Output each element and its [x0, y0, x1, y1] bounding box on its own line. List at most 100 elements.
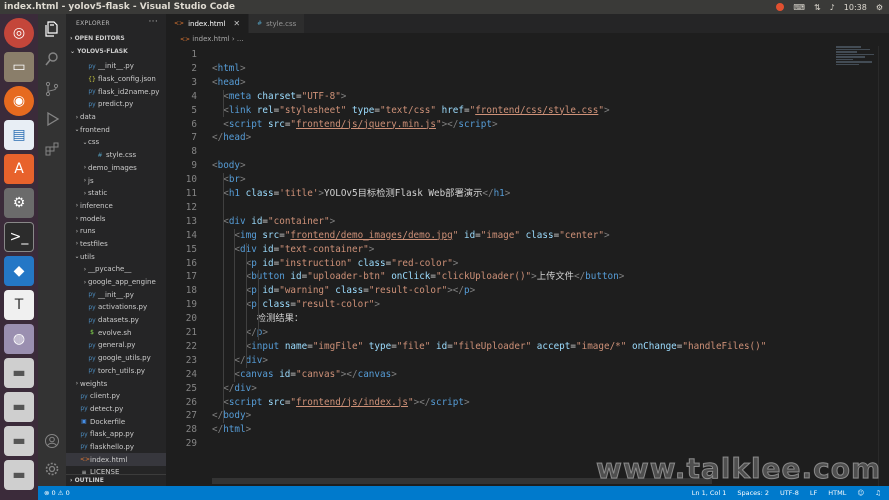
folder-item[interactable]: › js	[66, 174, 166, 187]
code-line[interactable]: 8	[166, 145, 846, 159]
feedback-icon[interactable]: ☺	[857, 489, 864, 497]
settings-icon[interactable]: ⚙	[4, 188, 34, 218]
code-line[interactable]: 10 <br>	[166, 173, 846, 187]
indentation[interactable]: Spaces: 2	[737, 489, 769, 497]
folder-item[interactable]: ⌄ frontend	[66, 123, 166, 136]
file-item[interactable]: py general.py	[66, 339, 166, 352]
code-line[interactable]: 20 检测结果：	[166, 312, 846, 326]
network-icon[interactable]: ⇅	[814, 3, 821, 12]
account-icon[interactable]	[43, 432, 61, 450]
file-item[interactable]: py datasets.py	[66, 314, 166, 327]
encoding[interactable]: UTF-8	[780, 489, 799, 497]
minimap[interactable]	[836, 46, 878, 76]
folder-item[interactable]: › google_app_engine	[66, 276, 166, 289]
code-line[interactable]: 13 <div id="container">	[166, 215, 846, 229]
line-ending[interactable]: LF	[810, 489, 817, 497]
code-line[interactable]: 29	[166, 437, 846, 451]
code-line[interactable]: 3 <head>	[166, 76, 846, 90]
code-line[interactable]: 9 <body>	[166, 159, 846, 173]
code-line[interactable]: 27 </body>	[166, 409, 846, 423]
outline-section[interactable]: › OUTLINE	[66, 474, 166, 486]
file-item[interactable]: {} flask_config.json	[66, 73, 166, 86]
code-line[interactable]: 23 </div>	[166, 354, 846, 368]
open-editors-section[interactable]: › OPEN EDITORS	[66, 32, 166, 45]
folder-item[interactable]: › runs	[66, 225, 166, 238]
folder-item[interactable]: › inference	[66, 200, 166, 213]
code-line[interactable]: 6 <script src="frontend/js/jquery.min.js…	[166, 118, 846, 132]
folder-item[interactable]: › models	[66, 212, 166, 225]
file-item[interactable]: <> index.html	[66, 453, 166, 466]
project-section[interactable]: ⌄ YOLOV5-FLASK	[66, 45, 166, 58]
folder-item[interactable]: › __pycache__	[66, 263, 166, 276]
folder-item[interactable]: › weights	[66, 377, 166, 390]
code-line[interactable]: 4 <meta charset="UTF-8">	[166, 90, 846, 104]
firefox-icon[interactable]: ◉	[4, 86, 34, 116]
code-line[interactable]: 16 <p id="instruction" class="red-color"…	[166, 257, 846, 271]
file-item[interactable]: ▣ Dockerfile	[66, 415, 166, 428]
file-item[interactable]: py detect.py	[66, 403, 166, 416]
folder-item[interactable]: ⌄ utils	[66, 250, 166, 263]
file-item[interactable]: py google_utils.py	[66, 352, 166, 365]
vscode-icon[interactable]: ◆	[4, 256, 34, 286]
folder-item[interactable]: › data	[66, 111, 166, 124]
extensions-icon[interactable]	[43, 140, 61, 158]
code-line[interactable]: 22 <input name="imgFile" type="file" id=…	[166, 340, 846, 354]
file-item[interactable]: py flask_app.py	[66, 428, 166, 441]
file-item[interactable]: # style.css	[66, 149, 166, 162]
code-line[interactable]: 14 <img src="frontend/demo_images/demo.j…	[166, 229, 846, 243]
folder-item[interactable]: › demo_images	[66, 162, 166, 175]
file-item[interactable]: py __init__.py	[66, 60, 166, 73]
code-editor[interactable]: 1 2 <html> 3 <head> 4 <meta charset="UTF-8"> 5…	[166, 46, 889, 486]
file-item[interactable]: py __init__.py	[66, 288, 166, 301]
file-item[interactable]: $ evolve.sh	[66, 326, 166, 339]
power-icon[interactable]: ⚙	[876, 3, 883, 12]
file-item[interactable]: py activations.py	[66, 301, 166, 314]
code-line[interactable]: 17 <button id="uploader-btn" onClick="cl…	[166, 270, 846, 284]
folder-item[interactable]: › static	[66, 187, 166, 200]
disk-icon[interactable]: ▬	[4, 358, 34, 388]
terminal-icon[interactable]: >_	[4, 222, 34, 252]
close-icon[interactable]: ✕	[233, 19, 240, 28]
disk-icon[interactable]: ▬	[4, 426, 34, 456]
software-icon[interactable]: A	[4, 154, 34, 184]
notifications-icon[interactable]: ♫	[875, 489, 881, 497]
problems-indicator[interactable]: ⊗ 0 ⚠ 0	[44, 489, 70, 497]
record-icon[interactable]	[776, 3, 785, 11]
explorer-icon[interactable]	[43, 20, 61, 38]
ubuntu-dash-icon[interactable]: ◎	[4, 18, 34, 48]
code-line[interactable]: 11 <h1 class='title'>YOLOv5目标检测Flask Web…	[166, 187, 846, 201]
search-icon[interactable]	[43, 50, 61, 68]
code-line[interactable]: 12	[166, 201, 846, 215]
writer-icon[interactable]: ▤	[4, 120, 34, 150]
text-editor-icon[interactable]: T	[4, 290, 34, 320]
file-item[interactable]: py predict.py	[66, 98, 166, 111]
disk-icon[interactable]: ▬	[4, 392, 34, 422]
code-line[interactable]: 19 <p class="result-color">	[166, 298, 846, 312]
files-icon[interactable]: ▭	[4, 52, 34, 82]
code-line[interactable]: 24 <canvas id="canvas"></canvas>	[166, 368, 846, 382]
volume-icon[interactable]: ♪	[830, 3, 835, 12]
more-actions-icon[interactable]: ···	[149, 17, 158, 27]
cursor-position[interactable]: Ln 1, Col 1	[692, 489, 727, 497]
optical-drive-icon[interactable]: ◍	[4, 324, 34, 354]
code-line[interactable]: 2 <html>	[166, 62, 846, 76]
folder-item[interactable]: ⌄ css	[66, 136, 166, 149]
breadcrumb-rest[interactable]: ...	[237, 35, 244, 43]
breadcrumb-file[interactable]: index.html	[192, 35, 229, 43]
language-mode[interactable]: HTML	[828, 489, 846, 497]
code-line[interactable]: 25 </div>	[166, 382, 846, 396]
code-line[interactable]: 7 </head>	[166, 131, 846, 145]
source-control-icon[interactable]	[43, 80, 61, 98]
tab-index-html[interactable]: <> index.html ✕	[166, 14, 250, 33]
keyboard-icon[interactable]: ⌨	[793, 3, 805, 12]
file-item[interactable]: py flaskhello.py	[66, 441, 166, 454]
file-item[interactable]: py torch_utils.py	[66, 365, 166, 378]
code-line[interactable]: 1	[166, 48, 846, 62]
tab-style-css[interactable]: # style.css	[249, 14, 306, 33]
file-item[interactable]: py client.py	[66, 390, 166, 403]
debug-icon[interactable]	[43, 110, 61, 128]
code-line[interactable]: 18 <p id="warning" class="result-color">…	[166, 284, 846, 298]
clock[interactable]: 10:38	[844, 3, 867, 12]
code-line[interactable]: 26 <script src="frontend/js/index.js"></…	[166, 396, 846, 410]
manage-gear-icon[interactable]	[43, 460, 61, 478]
